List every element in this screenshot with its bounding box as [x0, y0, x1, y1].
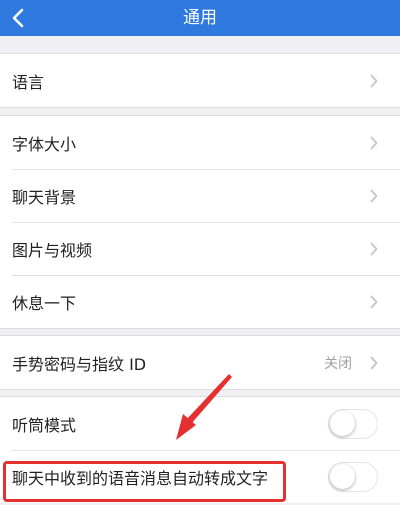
chat-background-row[interactable]: 聊天背景 [0, 169, 400, 222]
voice-to-text-row: 聊天中收到的语音消息自动转成文字 [0, 450, 400, 503]
chevron-right-icon [370, 295, 378, 308]
chevron-right-icon [370, 74, 378, 87]
receiver-mode-toggle[interactable] [328, 408, 378, 439]
row-label: 图片与视频 [12, 240, 93, 260]
row-label: 聊天背景 [12, 187, 77, 207]
status-value: 关闭 [324, 355, 352, 372]
gesture-password-row[interactable]: 手势密码与指纹 ID 关闭 [0, 336, 400, 389]
voice-to-text-toggle[interactable] [328, 461, 378, 492]
receiver-mode-row: 听筒模式 [0, 397, 400, 450]
row-label: 字体大小 [12, 134, 77, 154]
row-label: 手势密码与指纹 ID [12, 354, 147, 374]
chevron-right-icon [370, 356, 378, 369]
images-and-video-row[interactable]: 图片与视频 [0, 222, 400, 275]
toggle-knob [330, 463, 355, 489]
chevron-right-icon [370, 242, 378, 255]
settings-group-security: 手势密码与指纹 ID 关闭 [0, 335, 400, 390]
settings-group-language: 语言 [0, 53, 400, 108]
row-label: 休息一下 [12, 293, 77, 313]
take-a-break-row[interactable]: 休息一下 [0, 275, 400, 328]
row-label: 聊天中收到的语音消息自动转成文字 [12, 468, 269, 488]
row-label: 听筒模式 [12, 415, 77, 435]
font-size-row[interactable]: 字体大小 [0, 116, 400, 169]
toggle-knob [330, 410, 355, 436]
settings-group-display: 字体大小 聊天背景 图片与视频 休息一下 [0, 115, 400, 329]
language-row[interactable]: 语言 [0, 54, 400, 107]
chevron-right-icon [370, 189, 378, 202]
navigation-bar: 通用 [0, 0, 400, 36]
chevron-right-icon [370, 136, 378, 149]
page-title: 通用 [183, 8, 217, 28]
row-label: 语言 [12, 72, 45, 92]
settings-group-audio: 听筒模式 聊天中收到的语音消息自动转成文字 [0, 396, 400, 503]
